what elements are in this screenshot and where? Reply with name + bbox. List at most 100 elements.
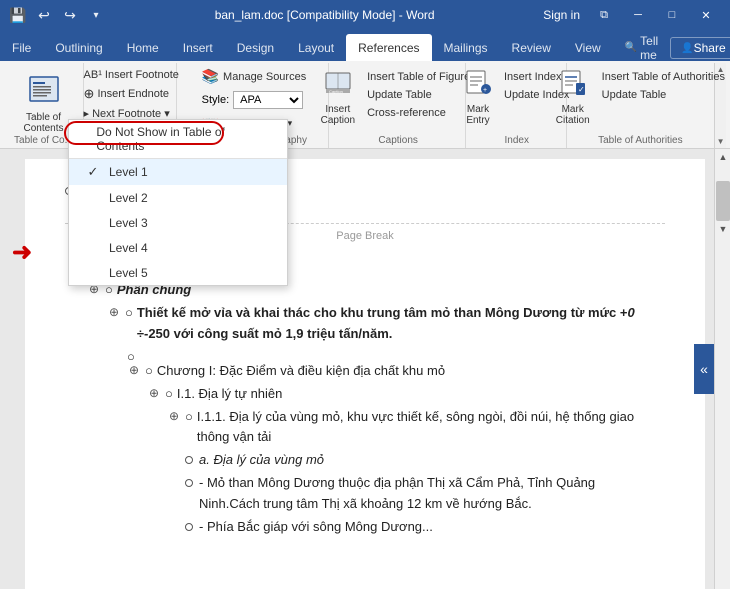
toc-group-label: Table of Co... bbox=[14, 135, 73, 146]
tab-references[interactable]: References bbox=[346, 34, 431, 61]
tab-layout[interactable]: Layout bbox=[286, 34, 346, 61]
update-table-label: Update Table bbox=[367, 89, 432, 101]
chuong-toggle[interactable]: ⊕ bbox=[125, 361, 143, 380]
undo-icon[interactable]: ↩ bbox=[34, 5, 54, 25]
mark-entry-btn[interactable]: + MarkEntry bbox=[460, 67, 496, 128]
index-group-label: Index bbox=[504, 135, 528, 146]
tab-design[interactable]: Design bbox=[225, 34, 286, 61]
mark-entry-label: MarkEntry bbox=[466, 104, 489, 126]
dropdown-item-level4[interactable]: Level 4 bbox=[69, 235, 287, 260]
title-bar: 💾 ↩ ↪ ▾ ban_lam.doc [Compatibility Mode]… bbox=[0, 0, 730, 30]
insert-caption-icon: Caption bbox=[324, 69, 352, 104]
section-bold-text: Thiết kế mở vỉa và khai thác cho khu tru… bbox=[137, 303, 665, 345]
mark-entry-icon: + bbox=[464, 69, 492, 104]
scroll-up-btn[interactable]: ▲ bbox=[715, 149, 730, 165]
scroll-down-btn[interactable]: ▼ bbox=[715, 221, 730, 237]
level3-check bbox=[85, 215, 101, 230]
captions-group-label: Captions bbox=[378, 135, 417, 146]
manage-sources-btn[interactable]: 📚 Manage Sources bbox=[199, 67, 310, 86]
update-table-auth-label: Update Table bbox=[602, 89, 667, 101]
update-table-auth-btn[interactable]: Update Table bbox=[598, 87, 729, 103]
insert-footnote-label: Insert Footnote bbox=[105, 69, 179, 81]
table-of-contents-btn[interactable]: Table ofContents bbox=[19, 67, 67, 136]
level5-check bbox=[85, 265, 101, 280]
minimize-btn[interactable]: ─ bbox=[622, 0, 654, 30]
dropdown-item-do-not-show[interactable]: Do Not Show in Table of Contents bbox=[69, 120, 287, 159]
scrollbar-thumb[interactable] bbox=[716, 181, 730, 221]
sidebar-expand-btn[interactable]: « bbox=[694, 344, 714, 394]
window-controls: ⧉ ─ □ ✕ bbox=[588, 0, 722, 30]
mothan-text: - Mỏ than Mông Dương thuộc địa phận Thị … bbox=[199, 473, 649, 515]
vertical-scrollbar[interactable]: ▲ ▼ bbox=[714, 149, 730, 589]
toc-label: Table ofContents bbox=[23, 112, 63, 134]
chuong-text: Chương I: Đặc Điểm và điều kiện địa chất… bbox=[157, 361, 445, 382]
customize-icon[interactable]: ▾ bbox=[86, 5, 106, 25]
i11-bullet: ○ bbox=[185, 407, 193, 428]
maximize-btn[interactable]: □ bbox=[656, 0, 688, 30]
insert-endnote-btn[interactable]: ⊕ Insert Endnote bbox=[80, 84, 183, 104]
do-not-show-check bbox=[85, 132, 88, 146]
close-btn[interactable]: ✕ bbox=[690, 0, 722, 30]
tab-tell-me[interactable]: 🔍 Tell me bbox=[613, 34, 670, 61]
section-bold-bullet: ○ bbox=[125, 303, 133, 324]
table-authorities-label: Table of Authorities bbox=[598, 135, 683, 146]
phiabac-text: - Phía Bắc giáp với sông Mông Dương... bbox=[199, 517, 433, 538]
section-bold-toggle[interactable]: ⊕ bbox=[105, 303, 123, 322]
tab-file[interactable]: File bbox=[0, 34, 43, 61]
redo-icon[interactable]: ↪ bbox=[60, 5, 80, 25]
dropdown-item-level3[interactable]: Level 3 bbox=[69, 210, 287, 235]
insert-table-auth-label: Insert Table of Authorities bbox=[602, 71, 725, 83]
cross-reference-label: Cross-reference bbox=[367, 107, 446, 119]
tab-share[interactable]: 👤 Share bbox=[670, 37, 730, 59]
insert-endnote-icon: ⊕ bbox=[84, 86, 95, 102]
page-break-text: Page Break bbox=[336, 230, 393, 242]
dropdown-item-level2[interactable]: Level 2 bbox=[69, 185, 287, 210]
insert-footnote-btn[interactable]: AB¹ Insert Footnote bbox=[80, 67, 183, 83]
toggle-ribbon-btn[interactable]: ⧉ bbox=[588, 0, 620, 30]
i11-text: I.1.1. Địa lý của vùng mỏ, khu vực thiết… bbox=[197, 407, 637, 449]
level4-label: Level 4 bbox=[109, 241, 148, 255]
style-select[interactable]: APA MLA Chicago bbox=[233, 91, 303, 109]
tab-home[interactable]: Home bbox=[115, 34, 171, 61]
i1-bullet: ○ bbox=[165, 384, 173, 405]
a-text: a. Địa lý của vùng mỏ bbox=[199, 450, 324, 471]
i1-text: I.1. Địa lý tự nhiên bbox=[177, 384, 283, 405]
a-bullet bbox=[185, 456, 193, 464]
svg-text:✓: ✓ bbox=[578, 85, 585, 94]
do-not-show-label: Do Not Show in Table of Contents bbox=[96, 125, 271, 153]
tab-outlining[interactable]: Outlining bbox=[43, 34, 114, 61]
manage-sources-label: Manage Sources bbox=[223, 71, 306, 83]
mothan-item: - Mỏ than Mông Dương thuộc địa phận Thị … bbox=[185, 473, 665, 515]
ribbon-tabs: File Outlining Home Insert Design Layout… bbox=[0, 30, 730, 61]
phiabac-item: - Phía Bắc giáp với sông Mông Dương... bbox=[185, 517, 665, 538]
level3-label: Level 3 bbox=[109, 216, 148, 230]
level4-check bbox=[85, 240, 101, 255]
insert-table-auth-btn[interactable]: Insert Table of Authorities bbox=[598, 69, 729, 85]
tab-mailings[interactable]: Mailings bbox=[432, 34, 500, 61]
tab-insert[interactable]: Insert bbox=[171, 34, 225, 61]
signin-link[interactable]: Sign in bbox=[543, 8, 580, 22]
dropdown-item-level5[interactable]: Level 5 bbox=[69, 260, 287, 285]
dropdown-item-level1[interactable]: ✓ Level 1 bbox=[69, 159, 287, 185]
i1-toggle[interactable]: ⊕ bbox=[145, 384, 163, 403]
tab-view[interactable]: View bbox=[563, 34, 613, 61]
level5-label: Level 5 bbox=[109, 266, 148, 280]
svg-text:Caption: Caption bbox=[329, 89, 343, 94]
mark-citation-label: MarkCitation bbox=[556, 104, 590, 126]
i11-toggle[interactable]: ⊕ bbox=[165, 407, 183, 426]
toc-icon bbox=[28, 73, 60, 110]
insert-caption-btn[interactable]: Caption InsertCaption bbox=[317, 67, 359, 128]
phiabac-bullet bbox=[185, 523, 193, 531]
level1-check: ✓ bbox=[85, 164, 101, 180]
tab-review[interactable]: Review bbox=[500, 34, 563, 61]
mark-citation-icon: ✓ bbox=[559, 69, 587, 104]
group-captions: Caption InsertCaption Insert Table of Fi… bbox=[331, 63, 465, 148]
save-icon[interactable]: 💾 bbox=[8, 5, 28, 25]
bibliography-arrow: ▾ bbox=[288, 118, 293, 129]
manage-sources-icon: 📚 bbox=[202, 68, 219, 85]
level2-label: Level 2 bbox=[109, 191, 148, 205]
mark-citation-btn[interactable]: ✓ MarkCitation bbox=[552, 67, 594, 128]
level1-label: Level 1 bbox=[109, 165, 148, 179]
chuong-bullet: ○ bbox=[145, 361, 153, 382]
title-bar-right: Sign in ⧉ ─ □ ✕ bbox=[543, 0, 722, 30]
